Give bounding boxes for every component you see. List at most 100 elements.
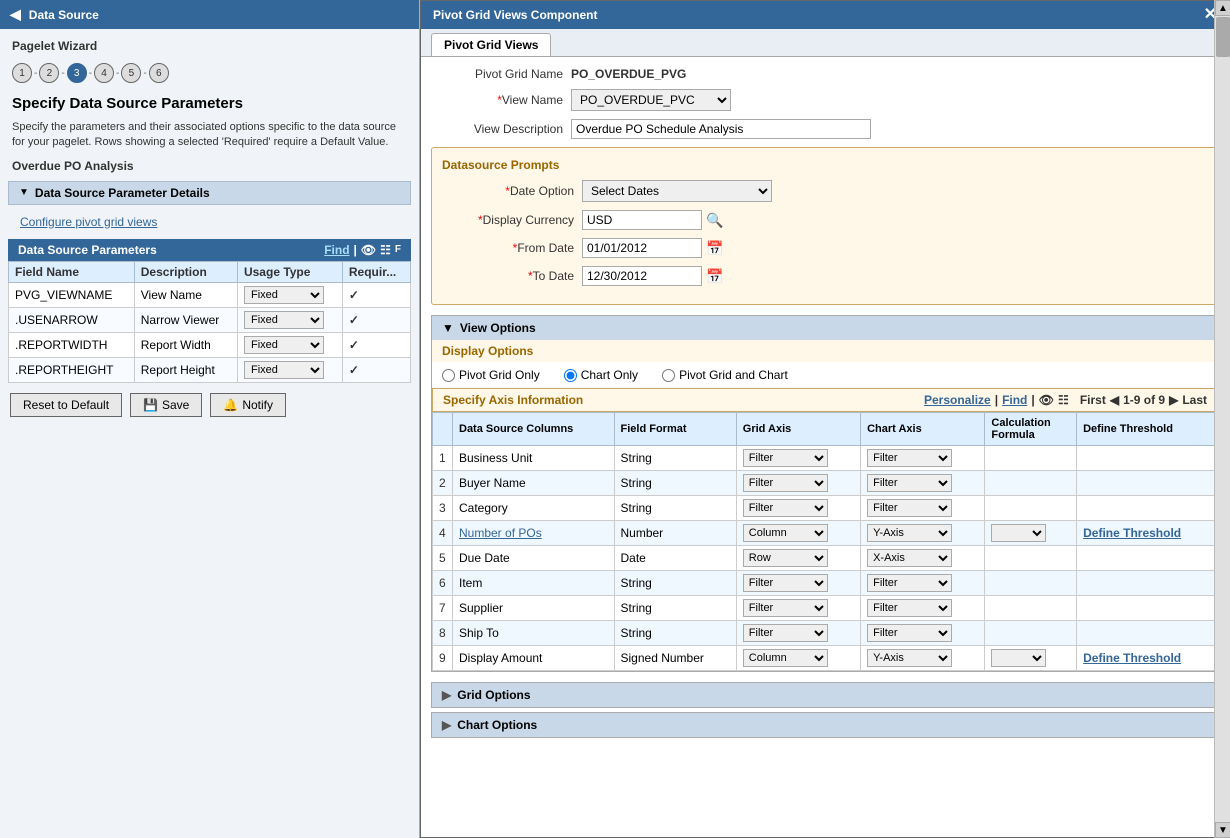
step-2[interactable]: 2 (39, 63, 59, 83)
chart-options-header[interactable]: ▶ Chart Options (432, 713, 1218, 737)
col-define-threshold: Define Threshold (1077, 413, 1218, 446)
tab-pivot-grid-views[interactable]: Pivot Grid Views (431, 33, 551, 56)
grid-icon[interactable]: ☷ (380, 243, 391, 257)
from-date-cal-icon[interactable]: 📅 (706, 240, 723, 257)
radio-chart-only[interactable]: Chart Only (564, 368, 638, 382)
axis-find-link[interactable]: Find (1002, 393, 1027, 407)
chart-axis-select[interactable]: FilterY-AxisX-AxisSection (867, 649, 952, 667)
chart-axis-select[interactable]: FilterY-AxisX-AxisSection (867, 474, 952, 492)
calc-formula-select[interactable] (991, 524, 1046, 542)
to-date-input[interactable] (582, 266, 702, 286)
view-name-select[interactable]: PO_OVERDUE_PVC (571, 89, 731, 111)
currency-search-icon[interactable]: 🔍 (706, 212, 723, 229)
prev-icon[interactable]: ◀ (1110, 393, 1119, 407)
last-label: Last (1182, 393, 1207, 407)
radio-pivot-and-chart[interactable]: Pivot Grid and Chart (662, 368, 788, 382)
radio-pivot-grid-input[interactable] (442, 369, 455, 382)
data-source-col: Category (453, 496, 615, 521)
chart-axis-select[interactable]: FilterY-AxisX-AxisSection (867, 449, 952, 467)
col-calc-formula: CalculationFormula (985, 413, 1077, 446)
pagelet-wizard-label: Pagelet Wizard (0, 29, 419, 59)
chart-axis-select[interactable]: FilterY-AxisX-AxisSection (867, 549, 952, 567)
pivot-grid-name-row: Pivot Grid Name PO_OVERDUE_PVG (431, 67, 1219, 81)
grid-axis-select[interactable]: FilterColumnRowSection (743, 574, 828, 592)
datasource-prompts-section: Datasource Prompts *Date Option Select D… (431, 147, 1219, 305)
back-arrow-icon[interactable]: ◀ (10, 6, 21, 23)
axis-grid-icon[interactable]: ☷ (1058, 393, 1069, 407)
chart-axis-select[interactable]: FilterY-AxisX-AxisSection (867, 524, 952, 542)
radio-pivot-and-chart-input[interactable] (662, 369, 675, 382)
date-option-select[interactable]: Select Dates (582, 180, 772, 202)
col-data-source: Data Source Columns (453, 413, 615, 446)
calc-formula-col (985, 471, 1077, 496)
table-row: .REPORTHEIGHT Report Height Fixed ✓ (9, 357, 411, 382)
grid-axis-select[interactable]: FilterColumnRowSection (743, 549, 828, 567)
define-threshold-col: Define Threshold (1077, 646, 1218, 671)
usage-select[interactable]: Fixed (244, 311, 324, 329)
view-icon[interactable]: 👁 (361, 243, 376, 257)
col-field-name: Field Name (9, 261, 135, 282)
radio-pivot-grid-only[interactable]: Pivot Grid Only (442, 368, 540, 382)
define-threshold-col (1077, 496, 1218, 521)
usage-select[interactable]: Fixed (244, 286, 324, 304)
calc-formula-col (985, 521, 1077, 546)
step-5[interactable]: 5 (121, 63, 141, 83)
grid-axis-select[interactable]: FilterColumnRowSection (743, 624, 828, 642)
radio-chart-only-input[interactable] (564, 369, 577, 382)
col-field-format: Field Format (614, 413, 736, 446)
step-4[interactable]: 4 (94, 63, 114, 83)
save-button[interactable]: 💾 Save (130, 393, 202, 417)
radio-chart-only-label: Chart Only (581, 368, 638, 382)
personalize-link[interactable]: Personalize (924, 393, 991, 407)
to-date-cal-icon[interactable]: 📅 (706, 268, 723, 285)
view-options-header[interactable]: ▼ View Options (432, 316, 1218, 340)
from-date-input[interactable] (582, 238, 702, 258)
field-format-col: Signed Number (614, 646, 736, 671)
required-cell: ✓ (342, 357, 410, 382)
next-icon[interactable]: ▶ (1169, 393, 1178, 407)
find-link[interactable]: Find (324, 243, 349, 257)
chart-axis-select[interactable]: FilterY-AxisX-AxisSection (867, 574, 952, 592)
grid-axis-select[interactable]: FilterColumnRowSection (743, 649, 828, 667)
axis-row: 7 Supplier String FilterColumnRowSection… (433, 596, 1218, 621)
scrollbar-up-button[interactable]: ▲ (1215, 0, 1230, 16)
grid-options-header[interactable]: ▶ Grid Options (432, 683, 1218, 707)
usage-select[interactable]: Fixed (244, 336, 324, 354)
define-threshold-link[interactable]: Define Threshold (1083, 526, 1181, 540)
grid-axis-select[interactable]: FilterColumnRowSection (743, 474, 828, 492)
required-cell: ✓ (342, 307, 410, 332)
view-desc-row: View Description (431, 119, 1219, 139)
chart-axis-select[interactable]: FilterY-AxisX-AxisSection (867, 624, 952, 642)
chart-axis-select[interactable]: FilterY-AxisX-AxisSection (867, 599, 952, 617)
usage-select[interactable]: Fixed (244, 361, 324, 379)
scrollbar-down-button[interactable]: ▼ (1215, 822, 1230, 838)
modal-title-bar: Pivot Grid Views Component ✕ (421, 1, 1229, 29)
calc-formula-col (985, 621, 1077, 646)
data-source-col: Due Date (453, 546, 615, 571)
step-6[interactable]: 6 (149, 63, 169, 83)
section-title: Data Source Parameter Details (35, 186, 210, 200)
scrollbar-thumb[interactable] (1216, 17, 1230, 57)
grid-axis-select[interactable]: FilterColumnRowSection (743, 599, 828, 617)
display-currency-input[interactable] (582, 210, 702, 230)
reset-button[interactable]: Reset to Default (10, 393, 122, 417)
ds-param-details-header[interactable]: ▼ Data Source Parameter Details (8, 181, 411, 205)
grid-axis-select[interactable]: FilterColumnRowSection (743, 449, 828, 467)
axis-view-icon[interactable]: 👁 (1039, 393, 1054, 407)
grid-axis-select[interactable]: FilterColumnRowSection (743, 499, 828, 517)
define-threshold-col (1077, 621, 1218, 646)
calc-formula-select[interactable] (991, 649, 1046, 667)
define-threshold-col (1077, 571, 1218, 596)
grid-axis-select[interactable]: FilterColumnRowSection (743, 524, 828, 542)
notify-button[interactable]: 🔔 Notify (210, 393, 286, 417)
view-desc-input[interactable] (571, 119, 871, 139)
step-1[interactable]: 1 (12, 63, 32, 83)
description-cell: Narrow Viewer (134, 307, 237, 332)
define-threshold-link[interactable]: Define Threshold (1083, 651, 1181, 665)
configure-link[interactable]: Configure pivot grid views (0, 211, 419, 239)
row-num: 7 (433, 596, 453, 621)
step-3[interactable]: 3 (67, 63, 87, 83)
chart-axis-select[interactable]: FilterY-AxisX-AxisSection (867, 499, 952, 517)
calc-formula-col (985, 646, 1077, 671)
tab-label: Pivot Grid Views (444, 38, 538, 52)
